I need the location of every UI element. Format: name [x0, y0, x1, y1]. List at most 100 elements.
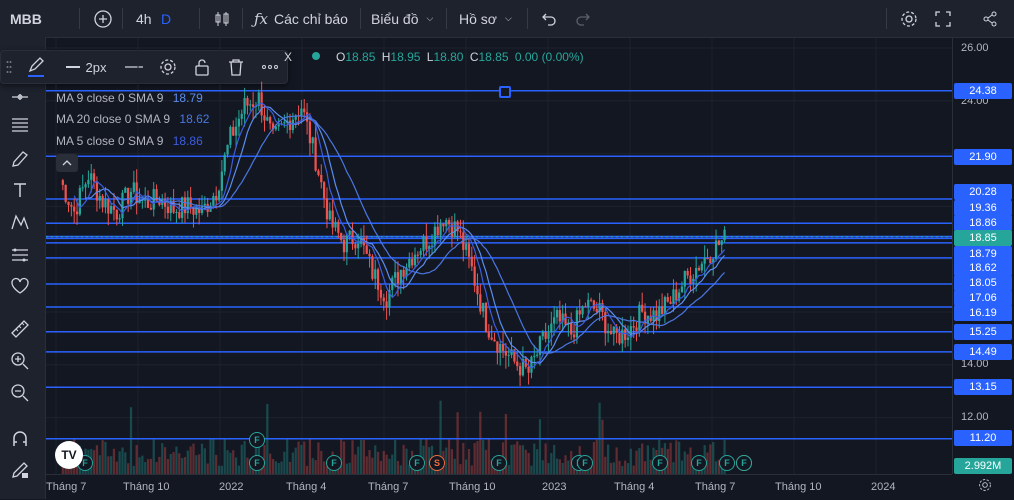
prediction-icon[interactable]	[8, 243, 32, 267]
volume-bar	[624, 460, 627, 474]
level-label: 18.86	[954, 215, 1012, 231]
redo-icon[interactable]	[575, 0, 591, 37]
candle-body	[663, 297, 667, 314]
profile-button[interactable]: Hồ sơ ⌵	[459, 0, 512, 37]
volume-bar	[311, 458, 314, 474]
indicator-legend-ma5[interactable]: MA 5 close 0 SMA 9 18.86	[56, 134, 203, 148]
volume-bar	[536, 449, 539, 474]
level-label: 18.05	[954, 275, 1012, 291]
event-marker[interactable]: F	[249, 455, 265, 471]
status-dot-icon	[312, 52, 320, 60]
undo-icon[interactable]	[541, 0, 557, 37]
volume-bar	[629, 448, 632, 474]
volume-bar	[351, 440, 354, 474]
candle-body	[493, 339, 496, 342]
volume-bar	[447, 439, 451, 474]
time-tick: Tháng 7	[46, 481, 87, 493]
text-tool-icon[interactable]	[8, 178, 32, 202]
ruler-icon[interactable]	[8, 317, 32, 341]
interval-button[interactable]: 4h	[136, 0, 152, 37]
candles-icon[interactable]	[213, 0, 231, 37]
symbol-name[interactable]: MBB	[10, 0, 42, 37]
indicator-legend-ma9[interactable]: MA 9 close 0 SMA 9 18.79	[56, 91, 203, 105]
volume-bar	[374, 445, 377, 474]
candle-body	[723, 229, 726, 241]
event-marker[interactable]: F	[736, 455, 752, 471]
candle-body	[490, 337, 493, 340]
time-tick: Tháng 7	[368, 481, 409, 493]
pattern-icon[interactable]	[8, 210, 32, 234]
candle-body	[283, 122, 286, 124]
candle-body	[686, 270, 689, 276]
event-marker[interactable]: F	[491, 455, 507, 471]
volume-bar	[553, 444, 556, 474]
candle-body	[396, 272, 400, 284]
lock-drawing-icon[interactable]	[8, 458, 32, 482]
event-marker[interactable]: F	[577, 455, 593, 471]
indicators-button[interactable]: ƒx Các chỉ báo	[254, 0, 348, 37]
volume-bar	[459, 464, 462, 474]
event-marker[interactable]: S	[429, 455, 445, 471]
share-icon[interactable]	[982, 0, 998, 37]
volume-bar	[609, 462, 613, 474]
add-symbol-icon[interactable]	[94, 0, 112, 37]
event-marker[interactable]: F	[652, 455, 668, 471]
divider	[360, 8, 361, 29]
fullscreen-icon[interactable]	[935, 0, 951, 37]
candle-body	[61, 180, 64, 185]
volume-bar	[538, 419, 542, 474]
magnet-icon[interactable]	[8, 427, 32, 451]
volume-bar	[518, 445, 522, 474]
time-axis[interactable]: Tháng 7 Tháng 10 2022 Tháng 4 Tháng 7 Th…	[46, 474, 952, 500]
candle-body	[558, 310, 561, 322]
line-anchor-handle[interactable]	[499, 86, 511, 98]
volume-bar	[547, 463, 550, 474]
volume-bar	[303, 441, 306, 474]
indicator-label: MA 5 close 0 SMA 9	[56, 134, 164, 148]
event-marker[interactable]: F	[326, 455, 342, 471]
volume-bar	[544, 443, 547, 474]
volume-bar	[138, 457, 141, 474]
indicator-legend-ma20[interactable]: MA 20 close 0 SMA 9 18.62	[56, 112, 209, 126]
chart-type-button[interactable]: Biểu đồ ⌵	[371, 0, 433, 37]
collapse-legend-button[interactable]	[56, 154, 78, 172]
top-toolbar: MBB 4h D ƒx Các chỉ báo Biểu đồ ⌵ Hồ sơ …	[0, 0, 1014, 38]
logo-text: TV	[61, 448, 77, 462]
event-marker[interactable]: F	[719, 455, 735, 471]
price-axis[interactable]: 26.00 24.00 14.00 12.00 24.38 21.90 20.2…	[952, 38, 1014, 474]
event-marker[interactable]: F	[249, 432, 265, 448]
d-toggle[interactable]: D	[161, 0, 171, 37]
time-tick: Tháng 10	[449, 481, 496, 493]
candle-body	[618, 333, 621, 344]
level-label: 15.25	[954, 324, 1012, 340]
volume-bar	[217, 465, 221, 474]
volume-bar	[112, 448, 116, 474]
tradingview-logo[interactable]: TV	[55, 441, 83, 469]
candle-body	[300, 108, 303, 117]
candle-body	[660, 306, 664, 314]
volume-bar	[269, 453, 272, 474]
event-marker[interactable]: F	[691, 455, 707, 471]
volume-bar	[561, 462, 564, 474]
zoom-out-icon[interactable]	[8, 381, 32, 405]
candle-body	[212, 195, 215, 206]
zoom-in-icon[interactable]	[8, 349, 32, 373]
time-axis-settings-icon[interactable]	[978, 478, 992, 497]
settings-gear-icon[interactable]	[900, 0, 918, 37]
volume-bar	[308, 438, 312, 474]
crosshair-icon[interactable]	[8, 85, 32, 109]
candle-body	[348, 230, 351, 235]
event-marker[interactable]: F	[409, 455, 425, 471]
volume-bar	[234, 457, 238, 474]
volume-bar	[669, 442, 672, 474]
heart-icon[interactable]	[8, 274, 32, 298]
brush-icon[interactable]	[8, 147, 32, 171]
horizontal-lines-icon[interactable]	[8, 113, 32, 137]
volume-bar	[183, 457, 187, 474]
candle-body	[555, 310, 559, 318]
volume-bar	[601, 419, 604, 474]
candle-body	[553, 317, 556, 324]
volume-bar	[314, 460, 317, 474]
drag-handle-icon[interactable]	[5, 55, 13, 79]
level-label: 16.19	[954, 305, 1012, 321]
